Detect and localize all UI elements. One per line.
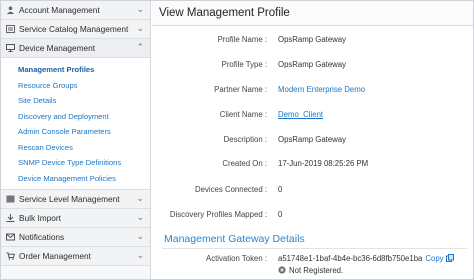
activation-token-field: a51748e1-1baf-4b4e-bc36-6d8fb750e1ba Copy [278, 254, 454, 263]
devices-connected-label: Devices Connected : [195, 185, 267, 194]
copy-icon[interactable] [445, 254, 454, 262]
section-divider [162, 248, 467, 249]
sidebar-section-label: Device Management [19, 43, 96, 53]
sidebar-item-site-details[interactable]: Site Details [18, 93, 150, 109]
chevron-down-icon: ⌄ [136, 23, 144, 33]
description-value: OpsRamp Gateway [278, 135, 347, 144]
chevron-down-icon: ⌄ [136, 250, 144, 260]
sidebar-section-account-management[interactable]: Account Management ⌄ [1, 1, 150, 20]
bell-icon [6, 233, 15, 241]
sidebar-item-admin-console-parameters[interactable]: Admin Console Parameters [18, 124, 150, 140]
sidebar-item-resource-groups[interactable]: Resource Groups [18, 78, 150, 94]
sidebar-section-device-management[interactable]: Device Management ⌃ [1, 39, 150, 58]
sidebar-item-discovery-deployment[interactable]: Discovery and Deployment [18, 109, 150, 125]
client-name-label: Client Name : [219, 110, 267, 119]
description-row: Description : OpsRamp Gateway [152, 135, 473, 149]
created-on-row: Created On : 17-Jun-2019 08:25:26 PM [152, 159, 473, 173]
chevron-up-icon: ⌃ [136, 42, 144, 52]
client-name-row: Client Name : Demo_Client [152, 110, 473, 124]
sidebar-section-label: Bulk Import [19, 213, 61, 223]
sidebar-section-bulk-import[interactable]: Bulk Import ⌄ [1, 209, 150, 228]
sidebar-item-device-management-policies[interactable]: Device Management Policies [18, 171, 150, 187]
sidebar-section-notifications[interactable]: Notifications ⌄ [1, 228, 150, 247]
chevron-down-icon: ⌄ [136, 193, 144, 203]
created-on-value: 17-Jun-2019 08:25:26 PM [278, 159, 369, 168]
main-content: View Management Profile Profile Name : O… [152, 1, 473, 279]
created-on-label: Created On : [222, 159, 267, 168]
client-name-link[interactable]: Demo_Client [278, 110, 323, 119]
device-management-submenu: Management Profiles Resource Groups Site… [1, 58, 150, 190]
chevron-down-icon: ⌄ [136, 4, 144, 14]
sidebar-section-label: Service Level Management [19, 194, 120, 204]
partner-name-row: Partner Name : Modern Enterprise Demo [152, 85, 473, 99]
partner-name-label: Partner Name : [214, 85, 267, 94]
devices-connected-value: 0 [278, 185, 283, 194]
sidebar-item-management-profiles[interactable]: Management Profiles [18, 62, 150, 78]
activation-token-label: Activation Token : [206, 254, 267, 263]
sidebar-section-label: Service Catalog Management [19, 24, 129, 34]
sidebar-section-label: Account Management [19, 5, 100, 15]
sidebar: Account Management ⌄ Service Catalog Man… [1, 1, 151, 279]
discovery-profiles-label: Discovery Profiles Mapped : [169, 210, 267, 219]
description-label: Description : [223, 135, 267, 144]
sidebar-section-service-catalog[interactable]: Service Catalog Management ⌄ [1, 20, 150, 39]
registration-status-text: Not Registered. [289, 266, 344, 275]
catalog-icon [6, 25, 15, 33]
activation-token-value: a51748e1-1baf-4b4e-bc36-6d8fb750e1ba [278, 254, 423, 263]
chevron-down-icon: ⌄ [136, 212, 144, 222]
profile-type-value: OpsRamp Gateway [278, 60, 347, 69]
sidebar-section-label: Notifications [19, 232, 65, 242]
gateway-section-heading: Management Gateway Details [164, 233, 305, 245]
partner-name-link[interactable]: Modern Enterprise Demo [278, 85, 365, 94]
page-title: View Management Profile [152, 1, 473, 26]
service-level-icon [6, 195, 15, 203]
profile-type-label: Profile Type : [221, 60, 267, 69]
not-registered-icon [278, 266, 286, 274]
monitor-icon [6, 44, 15, 52]
sidebar-section-service-level-management[interactable]: Service Level Management ⌄ [1, 190, 150, 209]
cart-icon [6, 252, 15, 260]
sidebar-item-snmp-device-type-definitions[interactable]: SNMP Device Type Definitions [18, 155, 150, 171]
discovery-profiles-value: 0 [278, 210, 283, 219]
profile-name-value: OpsRamp Gateway [278, 35, 347, 44]
discovery-profiles-row: Discovery Profiles Mapped : 0 [152, 210, 473, 224]
registration-status: Not Registered. [278, 266, 343, 275]
account-icon [6, 6, 15, 14]
chevron-down-icon: ⌄ [136, 231, 144, 241]
registration-status-row: Not Registered. [152, 266, 473, 280]
profile-name-row: Profile Name : OpsRamp Gateway [152, 35, 473, 49]
devices-connected-row: Devices Connected : 0 [152, 185, 473, 199]
profile-type-row: Profile Type : OpsRamp Gateway [152, 60, 473, 74]
sidebar-item-rescan-devices[interactable]: Rescan Devices [18, 140, 150, 156]
sidebar-section-label: Order Management [19, 251, 91, 261]
import-icon [6, 214, 15, 222]
profile-name-label: Profile Name : [217, 35, 267, 44]
sidebar-section-order-management[interactable]: Order Management ⌄ [1, 247, 150, 266]
copy-token-link[interactable]: Copy [425, 254, 443, 263]
